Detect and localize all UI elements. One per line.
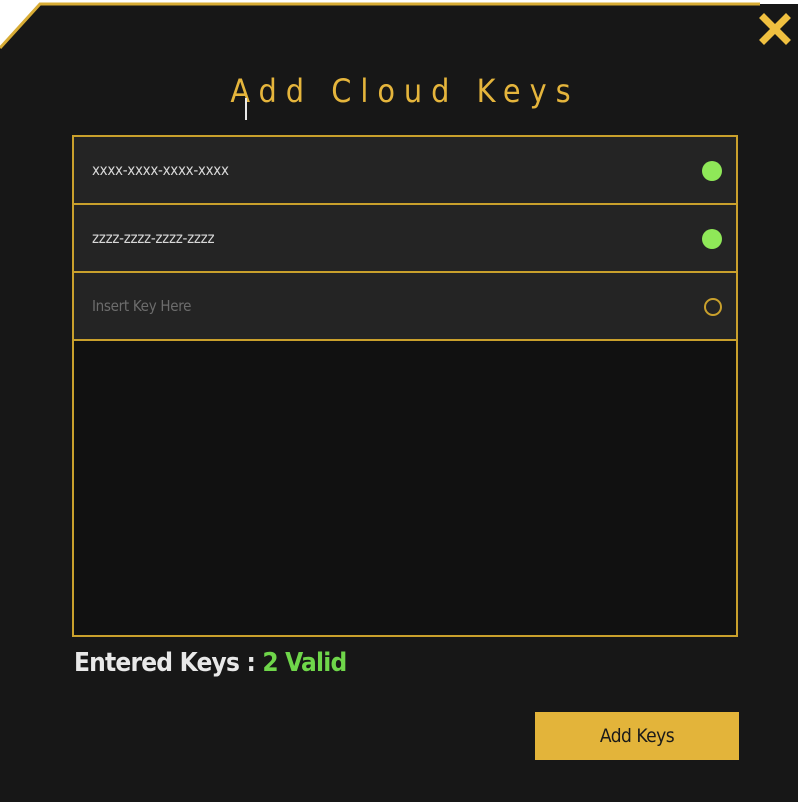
empty-ring-icon (704, 298, 722, 316)
add-keys-button[interactable]: Add Keys (535, 712, 739, 760)
key-input[interactable] (92, 155, 652, 185)
key-row (74, 273, 736, 341)
key-input[interactable] (92, 291, 652, 321)
valid-count: 2 Valid (262, 648, 347, 678)
add-cloud-keys-dialog: Add Cloud Keys Entered Keys : 2 Valid Ad… (0, 0, 798, 802)
key-row (74, 205, 736, 273)
entered-keys-label: Entered Keys : (74, 648, 263, 678)
valid-dot-icon (702, 161, 722, 181)
text-cursor (245, 98, 247, 120)
valid-dot-icon (702, 229, 722, 249)
key-row (74, 137, 736, 205)
entered-keys-summary: Entered Keys : 2 Valid (74, 648, 347, 678)
key-list (72, 135, 738, 637)
key-input[interactable] (92, 223, 652, 253)
dialog-title: Add Cloud Keys (230, 72, 580, 110)
close-x-icon[interactable] (758, 12, 792, 46)
